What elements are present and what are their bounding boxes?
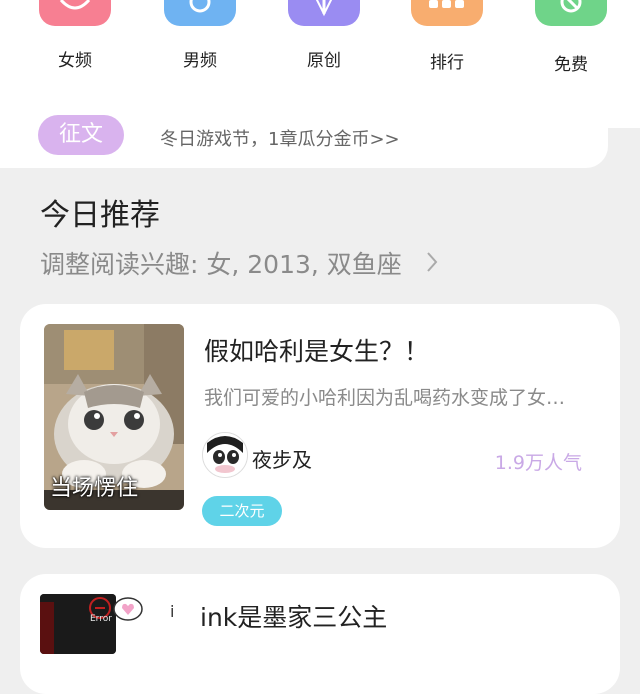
category-original-label: 原创 <box>307 51 341 71</box>
avatar-illustration <box>203 433 247 477</box>
promo-banner-text[interactable]: 冬日游戏节，1章瓜分金币>> <box>160 125 400 151</box>
reading-preference-link[interactable]: 调整阅读兴趣: 女, 2013, 双鱼座 <box>40 245 402 281</box>
book-cover[interactable]: Error <box>40 594 116 654</box>
book-title[interactable]: 假如哈利是女生？！ <box>204 332 429 368</box>
book-description: 我们可爱的小哈利因为乱喝药水变成了女生…… <box>204 387 584 409</box>
essay-contest-tag: 征文 <box>38 115 124 155</box>
category-female-label: 女频 <box>58 51 92 71</box>
category-male-label: 男频 <box>183 51 217 71</box>
popularity-count: 1.9万人气 <box>494 452 582 474</box>
category-free-label: 免费 <box>554 55 588 75</box>
author-avatar[interactable] <box>202 432 248 478</box>
cover-caption: 当场愣住 <box>50 476 139 501</box>
cover-side-text: i <box>170 602 175 621</box>
chevron-right-icon[interactable] <box>424 250 440 274</box>
cover-text: Error <box>90 614 112 624</box>
author-name[interactable]: 夜步及 <box>252 444 312 473</box>
category-ranking-label: 排行 <box>430 53 464 73</box>
heart-bubble-icon <box>113 597 143 621</box>
original-icon <box>288 0 360 26</box>
male-channel-icon <box>164 0 236 26</box>
section-title: 今日推荐 <box>40 198 160 233</box>
free-icon <box>535 0 607 26</box>
book-title[interactable]: ink是墨家三公主 <box>200 598 387 634</box>
female-channel-icon <box>39 0 111 26</box>
cover-illustration <box>40 594 116 654</box>
genre-tag[interactable]: 二次元 <box>202 496 282 526</box>
book-cover[interactable]: 当场愣住 <box>44 324 184 510</box>
ranking-icon <box>411 0 483 26</box>
